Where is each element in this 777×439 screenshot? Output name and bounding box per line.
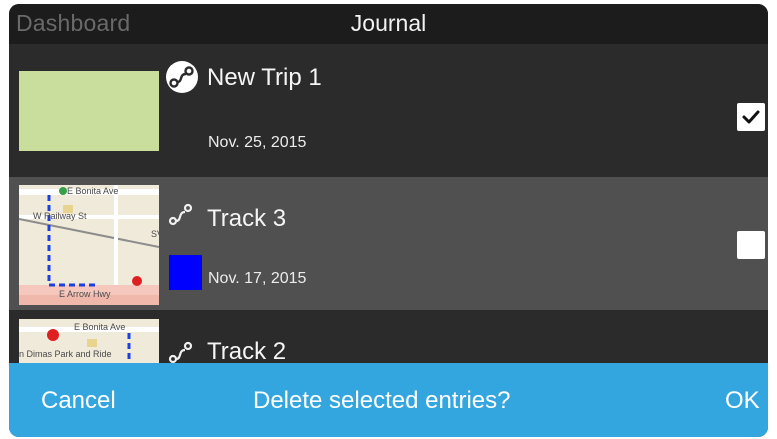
journal-entry-track-3[interactable]: E Bonita Ave W Railway St SV E Arrow Hwy… bbox=[9, 177, 768, 310]
route-icon bbox=[166, 61, 198, 93]
checkmark-icon bbox=[742, 110, 760, 124]
delete-confirmation-bar: Cancel Delete selected entries? OK bbox=[9, 363, 768, 437]
journal-entry-new-trip-1[interactable]: New Trip 1 Nov. 25, 2015 bbox=[9, 44, 768, 176]
entry-select-checkbox[interactable] bbox=[737, 103, 765, 131]
route-icon bbox=[168, 203, 193, 226]
entry-thumbnail bbox=[19, 71, 159, 151]
delete-prompt: Delete selected entries? bbox=[253, 387, 511, 414]
track-color-swatch bbox=[169, 255, 202, 290]
header-bar: Dashboard Journal bbox=[9, 4, 768, 44]
entry-name: Track 2 bbox=[207, 338, 287, 365]
entry-date: Nov. 25, 2015 bbox=[208, 134, 307, 151]
svg-text:E Bonita Ave: E Bonita Ave bbox=[67, 186, 118, 196]
svg-text:W Railway St: W Railway St bbox=[33, 211, 87, 221]
svg-text:SV: SV bbox=[151, 229, 159, 239]
cancel-button[interactable]: Cancel bbox=[41, 387, 116, 415]
page-title: Journal bbox=[350, 10, 427, 36]
map-image: E Bonita Ave W Railway St SV E Arrow Hwy bbox=[19, 185, 159, 305]
entry-date: Nov. 17, 2015 bbox=[208, 270, 307, 287]
entry-map-thumbnail: E Bonita Ave W Railway St SV E Arrow Hwy bbox=[19, 185, 159, 305]
svg-text:E Arrow Hwy: E Arrow Hwy bbox=[59, 289, 111, 299]
journal-entry-track-2[interactable]: E Bonita Ave n Dimas Park and Ride Track… bbox=[9, 311, 768, 371]
svg-text:E Bonita Ave: E Bonita Ave bbox=[74, 322, 125, 332]
journal-screen: Dashboard Journal New Trip 1 Nov. 25, 20… bbox=[9, 4, 768, 437]
entry-name: New Trip 1 bbox=[207, 64, 322, 91]
ok-button[interactable]: OK bbox=[725, 387, 760, 415]
entry-name: Track 3 bbox=[207, 205, 287, 232]
svg-text:n Dimas Park and Ride: n Dimas Park and Ride bbox=[19, 349, 112, 359]
entry-select-checkbox[interactable] bbox=[737, 231, 765, 259]
